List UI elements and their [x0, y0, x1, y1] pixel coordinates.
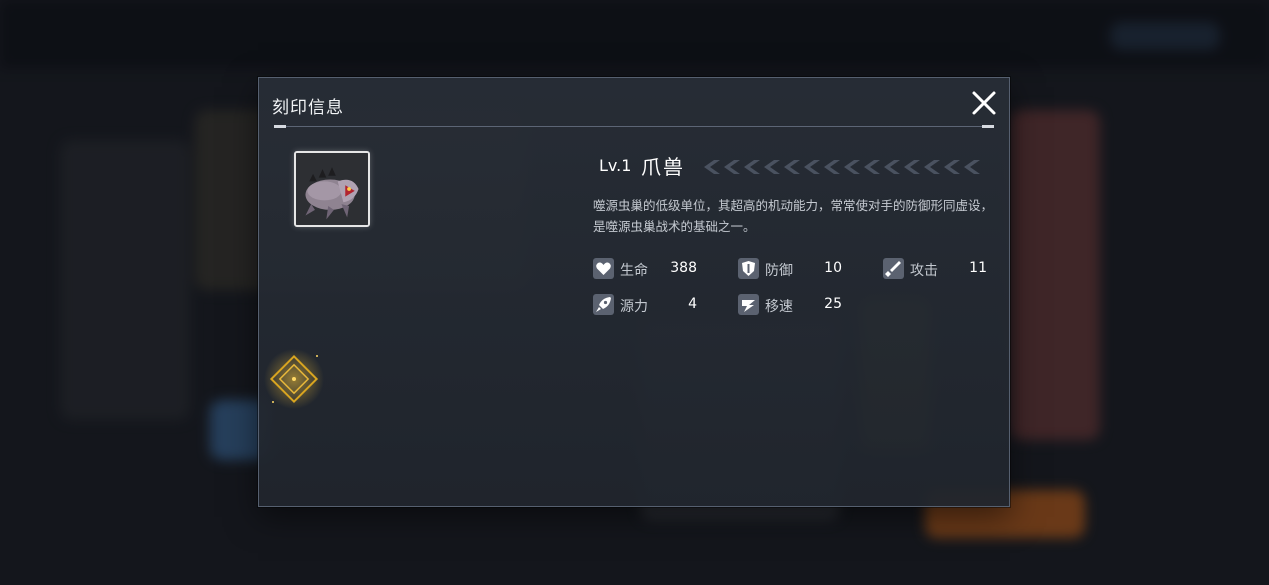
unit-name-row: Lv.1 爪兽 — [599, 150, 989, 179]
stat-label: 源力 — [620, 299, 648, 315]
divider-tick-right — [982, 125, 994, 128]
header-divider — [274, 126, 994, 127]
unit-description: 噬源虫巢的低级单位，其超高的机动能力，常常使对手的防御形同虚设，是噬源虫巢战术的… — [593, 198, 994, 234]
unit-name: 爪兽 — [641, 155, 685, 179]
gold-diamond-emblem — [263, 348, 325, 410]
close-button[interactable] — [971, 90, 997, 116]
shield-icon — [738, 258, 759, 279]
modal-header: 刻印信息 — [259, 78, 1009, 128]
stat-hp: 生命 388 — [593, 258, 703, 282]
stat-label: 生命 — [620, 263, 648, 279]
stat-attack: 攻击 11 — [883, 258, 993, 282]
stat-speed: 移速 25 — [738, 294, 848, 318]
unit-portrait[interactable] — [294, 151, 370, 227]
energy-icon — [593, 294, 614, 315]
divider-tick-left — [274, 125, 286, 128]
stat-value: 25 — [824, 296, 842, 312]
unit-level: Lv.1 — [599, 156, 632, 175]
stat-defense: 防御 10 — [738, 258, 848, 282]
stat-value: 11 — [969, 260, 987, 276]
stat-label: 防御 — [765, 263, 793, 279]
chevron-decoration — [704, 160, 980, 174]
stat-label: 移速 — [765, 299, 793, 315]
stat-value: 388 — [670, 260, 697, 276]
heart-icon — [593, 258, 614, 279]
modal-title: 刻印信息 — [272, 98, 344, 118]
stat-energy: 源力 4 — [593, 294, 703, 318]
speed-icon — [738, 294, 759, 315]
sword-icon — [883, 258, 904, 279]
imprint-info-modal: 刻印信息 Lv.1 爪兽 噬源虫巢的低级单位，其超高的机动能力，常常使对手的防御… — [258, 77, 1010, 507]
stat-label: 攻击 — [910, 263, 938, 279]
stat-value: 10 — [824, 260, 842, 276]
close-icon — [972, 91, 996, 115]
claw-beast-portrait — [296, 153, 368, 225]
stat-value: 4 — [688, 296, 697, 312]
